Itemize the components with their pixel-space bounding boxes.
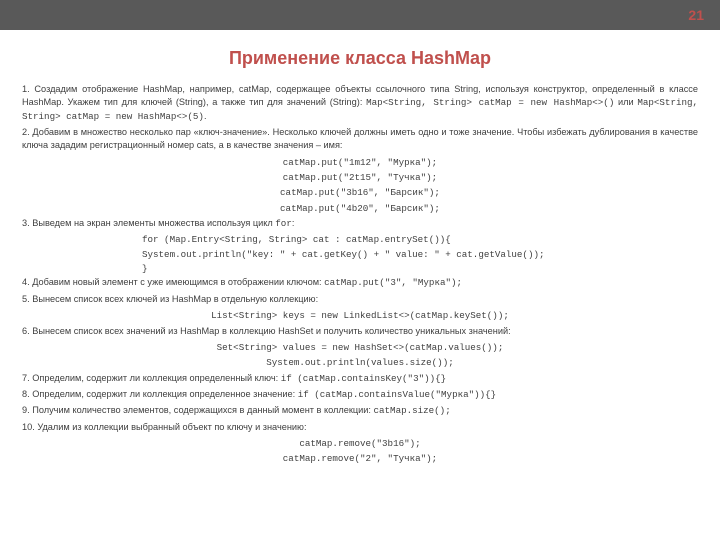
p2-code4: catMap.put("4b20", "Барсик");: [22, 202, 698, 215]
p3-code2: System.out.println("key: " + cat.getKey(…: [142, 248, 698, 261]
paragraph-8: 8. Определим, содержит ли коллекция опре…: [22, 388, 698, 401]
paragraph-5: 5. Вынесем cписок всех ключей из HashMap…: [22, 293, 698, 306]
p2-code1: catMap.put("1m12", "Мурка");: [22, 156, 698, 169]
p2-code3: catMap.put("3b16", "Барсик");: [22, 186, 698, 199]
p8-code: if (catMap.containsValue("Мурка")){}: [298, 389, 496, 400]
p9-code: catMap.size();: [374, 405, 451, 416]
p3-text-b: :: [292, 218, 295, 228]
p1-code1: Map<String, String> catMap = new HashMap…: [366, 97, 614, 108]
p3-for: for: [275, 218, 292, 229]
page-title: Применение класса HashMap: [0, 48, 720, 69]
content-body: 1. Создадим отображение HashMap, наприме…: [0, 83, 720, 466]
paragraph-1: 1. Создадим отображение HashMap, наприме…: [22, 83, 698, 123]
paragraph-4: 4. Добавим новый элемент с уже имеющимся…: [22, 276, 698, 289]
paragraph-6: 6. Вынесем список всех значений из HashM…: [22, 325, 698, 338]
paragraph-10: 10. Удалим из коллекции выбранный объект…: [22, 421, 698, 434]
p3-code3: }: [142, 262, 698, 275]
p1-text-b: или: [614, 97, 637, 107]
p10-code2: catMap.remove("2", "Тучка");: [22, 452, 698, 465]
header-bar: 21: [0, 0, 720, 30]
p1-text-c: .: [204, 111, 207, 121]
paragraph-7: 7. Определим, содержит ли коллекция опре…: [22, 372, 698, 385]
p4-code: catMap.put("3", "Мурка");: [324, 277, 462, 288]
p10-code1: catMap.remove("3b16");: [22, 437, 698, 450]
p2-code2: catMap.put("2t15", "Тучка");: [22, 171, 698, 184]
paragraph-2: 2. Добавим в множество несколько пар «кл…: [22, 126, 698, 153]
p6-code2: System.out.println(values.size());: [22, 356, 698, 369]
p6-code1: Set<String> values = new HashSet<>(catMa…: [22, 341, 698, 354]
p9-text-a: 9. Получим количество элементов, содержа…: [22, 405, 374, 415]
page-number: 21: [688, 7, 704, 23]
paragraph-9: 9. Получим количество элементов, содержа…: [22, 404, 698, 417]
p3-text-a: 3. Выведем на экран элементы множества и…: [22, 218, 275, 228]
p8-text-a: 8. Определим, содержит ли коллекция опре…: [22, 389, 298, 399]
p5-code: List<String> keys = new LinkedList<>(cat…: [22, 309, 698, 322]
p3-code1: for (Map.Entry<String, String> cat : cat…: [142, 233, 698, 246]
paragraph-3: 3. Выведем на экран элементы множества и…: [22, 217, 698, 230]
p7-text-a: 7. Определим, содержит ли коллекция опре…: [22, 373, 281, 383]
p7-code: if (catMap.containsKey("3")){}: [281, 373, 446, 384]
p4-text-a: 4. Добавим новый элемент с уже имеющимся…: [22, 277, 324, 287]
